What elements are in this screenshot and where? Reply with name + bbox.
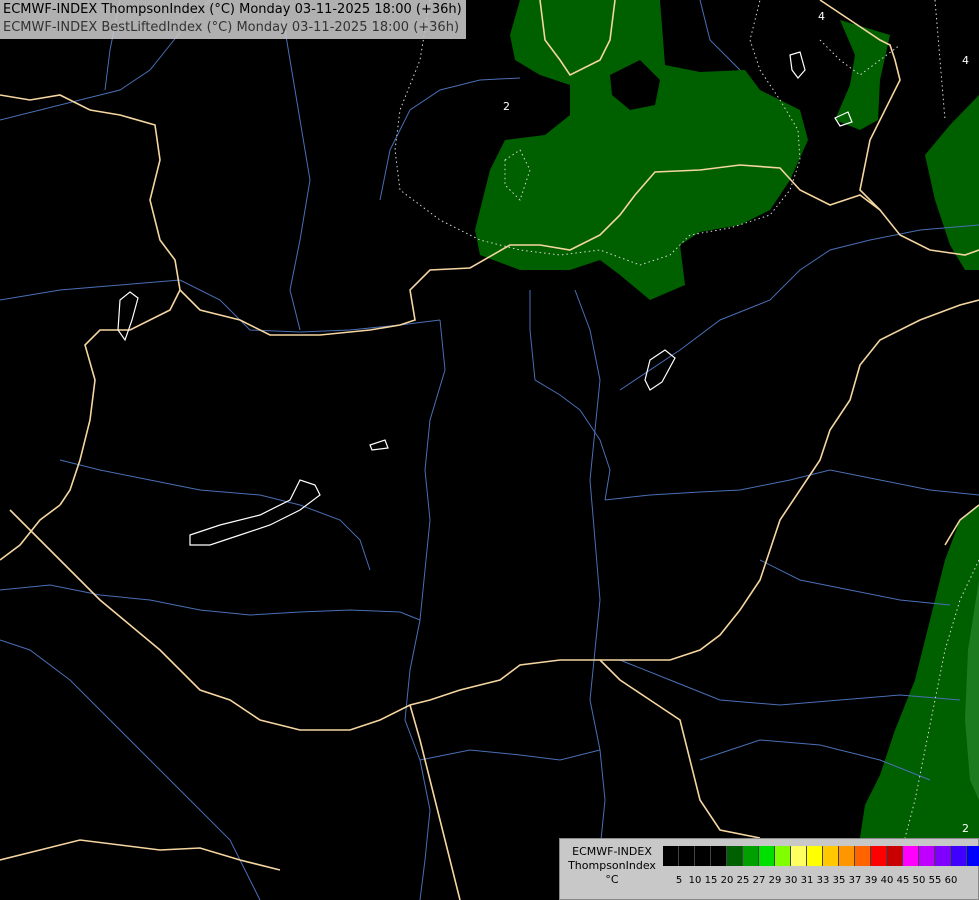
- legend-swatch: [935, 846, 951, 866]
- lake-neusiedl: [117, 291, 139, 342]
- title-best-lifted-index: ECMWF-INDEX BestLiftedIndex (°C) Monday …: [3, 20, 460, 35]
- legend-swatch: [743, 846, 759, 866]
- legend-swatch: [823, 846, 839, 866]
- legend-tick: 39: [864, 875, 878, 886]
- legend-swatch: [951, 846, 967, 866]
- legend-swatch: [759, 846, 775, 866]
- legend-parameter: ThompsonIndex: [568, 859, 656, 872]
- title-thompson-index: ECMWF-INDEX ThompsonIndex (°C) Monday 03…: [3, 2, 462, 17]
- legend-label: ECMWF-INDEX ThompsonIndex °C: [564, 845, 660, 887]
- legend-tick: 45: [896, 875, 910, 886]
- legend-tick: 10: [688, 875, 702, 886]
- legend-tick: 40: [880, 875, 894, 886]
- legend-swatch: [711, 846, 727, 866]
- thompson-index-fill: [475, 0, 979, 838]
- legend-swatch: [775, 846, 791, 866]
- legend-tick: 55: [928, 875, 942, 886]
- contour-label: 4: [962, 54, 969, 67]
- legend-tick: 5: [675, 875, 683, 886]
- legend-tick: 50: [912, 875, 926, 886]
- country-borders: [0, 0, 979, 900]
- rivers: [0, 0, 979, 900]
- legend-tick: 30: [784, 875, 798, 886]
- legend-tick: 15: [704, 875, 718, 886]
- legend-swatch: [855, 846, 871, 866]
- legend-swatch: [663, 846, 679, 866]
- lake-small-1: [369, 439, 389, 451]
- contour-label: 2: [503, 100, 510, 113]
- contour-label: 4: [818, 10, 825, 23]
- legend-tick: 60: [944, 875, 958, 886]
- legend-swatch: [871, 846, 887, 866]
- lake-balaton: [189, 479, 321, 546]
- lake-small-3: [789, 51, 806, 79]
- fill-region-southeast: [860, 505, 979, 838]
- legend-swatch: [967, 846, 979, 866]
- legend-swatch: [903, 846, 919, 866]
- fill-region-northeast: [835, 20, 890, 130]
- legend-swatch: [727, 846, 743, 866]
- legend-tick: 29: [768, 875, 782, 886]
- legend-tick: 35: [832, 875, 846, 886]
- legend-swatch: [887, 846, 903, 866]
- legend-tick: 37: [848, 875, 862, 886]
- legend-unit: °C: [605, 873, 619, 886]
- legend-swatch: [807, 846, 823, 866]
- legend-swatch: [679, 846, 695, 866]
- fill-region-east-edge: [925, 95, 979, 270]
- contour-label: 2: [962, 822, 969, 835]
- legend-model: ECMWF-INDEX: [572, 845, 652, 858]
- legend-tick: 25: [736, 875, 750, 886]
- fill-region-north: [475, 0, 808, 300]
- legend-tick: 27: [752, 875, 766, 886]
- legend-tick: 33: [816, 875, 830, 886]
- legend-tick: 20: [720, 875, 734, 886]
- legend-swatch: [839, 846, 855, 866]
- legend-swatch: [695, 846, 711, 866]
- legend-tick: 31: [800, 875, 814, 886]
- color-legend: ECMWF-INDEX ThompsonIndex °C 5 10 15 20 25 27…: [559, 838, 979, 900]
- map-title-box: ECMWF-INDEX ThompsonIndex (°C) Monday 03…: [0, 0, 466, 39]
- legend-swatch: [919, 846, 935, 866]
- weather-map: 2 4 4 2: [0, 0, 979, 900]
- legend-swatch: [791, 846, 807, 866]
